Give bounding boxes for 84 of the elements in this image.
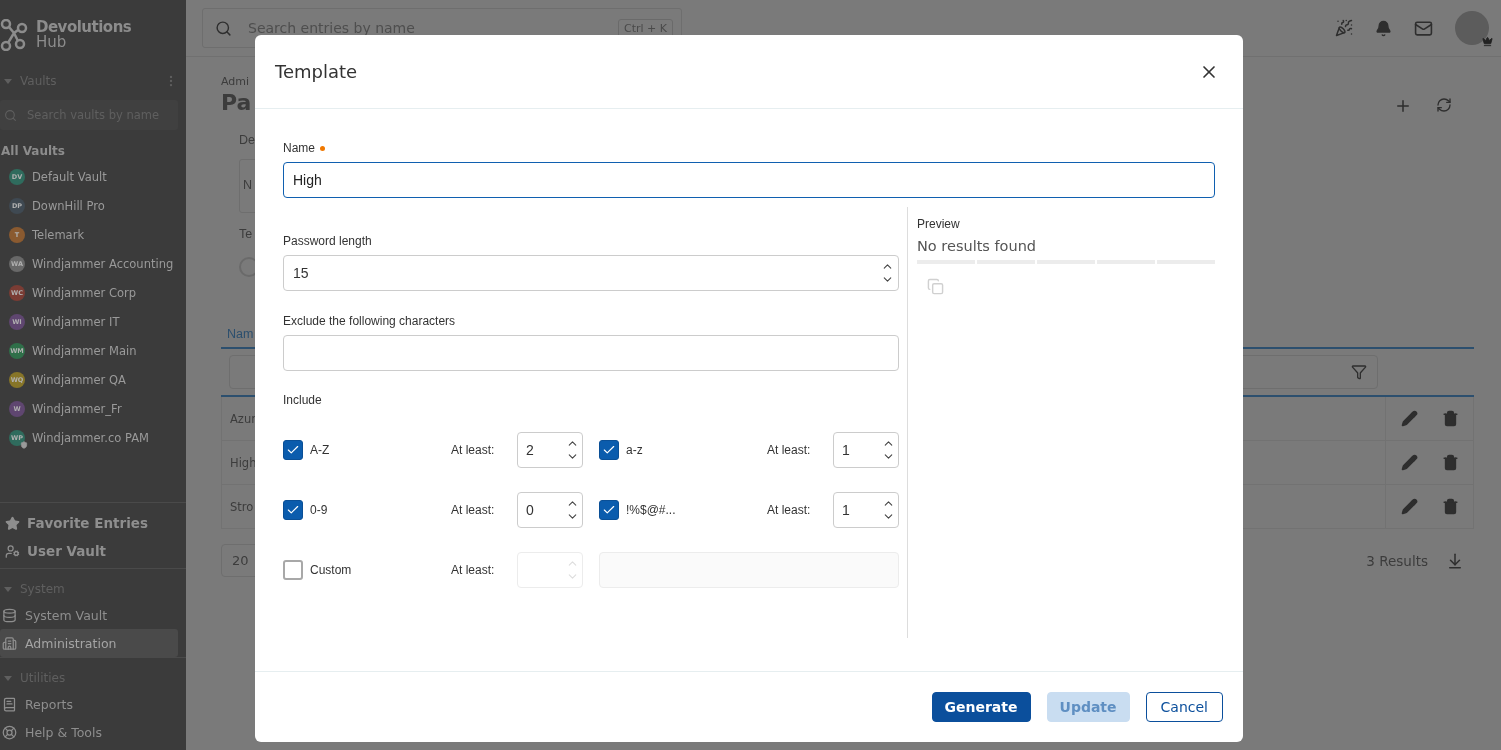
user-gear-icon [5,543,20,559]
checkbox[interactable]: Custom [283,540,451,580]
field-label: De [239,133,255,147]
checkbox[interactable]: A-Z [283,420,451,460]
field-label: Te [239,227,253,241]
length-input[interactable]: 15 [283,255,899,291]
section-label: Include [283,393,322,407]
edit-icon[interactable] [1400,454,1418,471]
table-cell: Azur [230,411,256,426]
min-label: At least: [767,503,812,517]
vault-name: DownHill Pro [32,198,105,213]
min-label: At least: [767,443,812,457]
min-label: At least: [451,563,496,577]
dialog-button[interactable]: Cancel [1145,692,1223,722]
delete-icon[interactable] [1441,454,1459,471]
download-icon[interactable] [1446,551,1464,570]
edit-icon[interactable] [1400,498,1418,515]
filter-icon[interactable] [1351,364,1367,380]
min-count-input[interactable]: 2 [517,432,583,468]
vault-name: Windjammer_Fr [32,401,122,416]
min-count-input[interactable]: 1 [833,432,899,468]
star-icon [5,515,20,531]
breadcrumb[interactable]: Admi [221,75,252,88]
vault-name: Default Vault [32,169,107,184]
preview-label: Preview [917,217,961,231]
field-label: Name [283,141,315,155]
vault-name: Telemark [32,227,85,242]
dialog-title: Template [275,61,358,82]
party-popper-icon[interactable] [1335,19,1353,37]
search-icon [215,19,232,37]
vault-name: Windjammer Accounting [32,256,174,271]
lifebuoy-icon [2,724,17,740]
nav-item[interactable]: Help & Tools [0,718,178,746]
mail-icon[interactable] [1414,18,1433,38]
nav-item[interactable]: System Vault [0,601,178,629]
min-label: At least: [451,503,496,517]
table-cell: Stro [230,499,254,514]
logo-product: Hub [36,35,68,50]
min-count-input[interactable]: 1 [833,492,899,528]
name-input[interactable]: High [283,162,1215,198]
checkbox-box[interactable] [283,500,303,520]
checkbox[interactable]: a-z [599,420,767,460]
all-vaults-link[interactable]: All Vaults [0,130,186,162]
checkbox-box[interactable] [283,560,303,580]
results-count: 3 Results [1366,552,1428,569]
edit-icon[interactable] [1400,410,1418,427]
caret-icon[interactable] [4,586,12,592]
search-icon [4,108,17,122]
notification-icon[interactable] [1375,19,1392,37]
nav-item[interactable]: Reports [0,690,178,718]
caret-icon[interactable] [4,675,12,681]
building-icon [2,635,17,651]
checkbox-box[interactable] [599,500,619,520]
checkbox[interactable]: !%$@#... [599,480,767,520]
checkbox[interactable]: 0-9 [283,480,451,520]
delete-icon[interactable] [1441,498,1459,515]
min-count-input[interactable] [517,552,583,588]
database-icon [2,607,17,623]
logo-icon [0,19,30,51]
book-icon [2,696,17,712]
field-label: Password length [283,234,372,248]
page-title: Pa [221,90,252,115]
min-label: At least: [451,443,496,457]
preview-text: No results found [917,238,1038,254]
plus-icon[interactable] [1394,97,1412,115]
logo-brand: Devolutions [36,20,132,35]
vault-name: Windjammer Main [32,343,137,358]
pinned-link[interactable]: Favorite Entries [0,509,186,537]
vault-name: Windjammer IT [32,314,120,329]
field-label: Exclude the following characters [283,314,456,328]
vault-name: Windjammer Corp [32,285,137,300]
vault-name: Windjammer QA [32,372,126,387]
pinned-link[interactable]: User Vault [0,537,186,565]
delete-icon[interactable] [1441,410,1459,427]
checkbox-box[interactable] [283,440,303,460]
vault-name: Windjammer.co PAM [32,430,149,445]
dialog-button[interactable]: Generate [931,692,1031,722]
min-count-input[interactable]: 0 [517,492,583,528]
caret-icon[interactable] [4,78,12,84]
refresh-icon[interactable] [1436,97,1452,115]
checkbox-box[interactable] [599,440,619,460]
exclude-input[interactable] [283,335,899,371]
nav-item[interactable]: Administration [0,629,178,657]
table-cell: High [230,455,257,470]
